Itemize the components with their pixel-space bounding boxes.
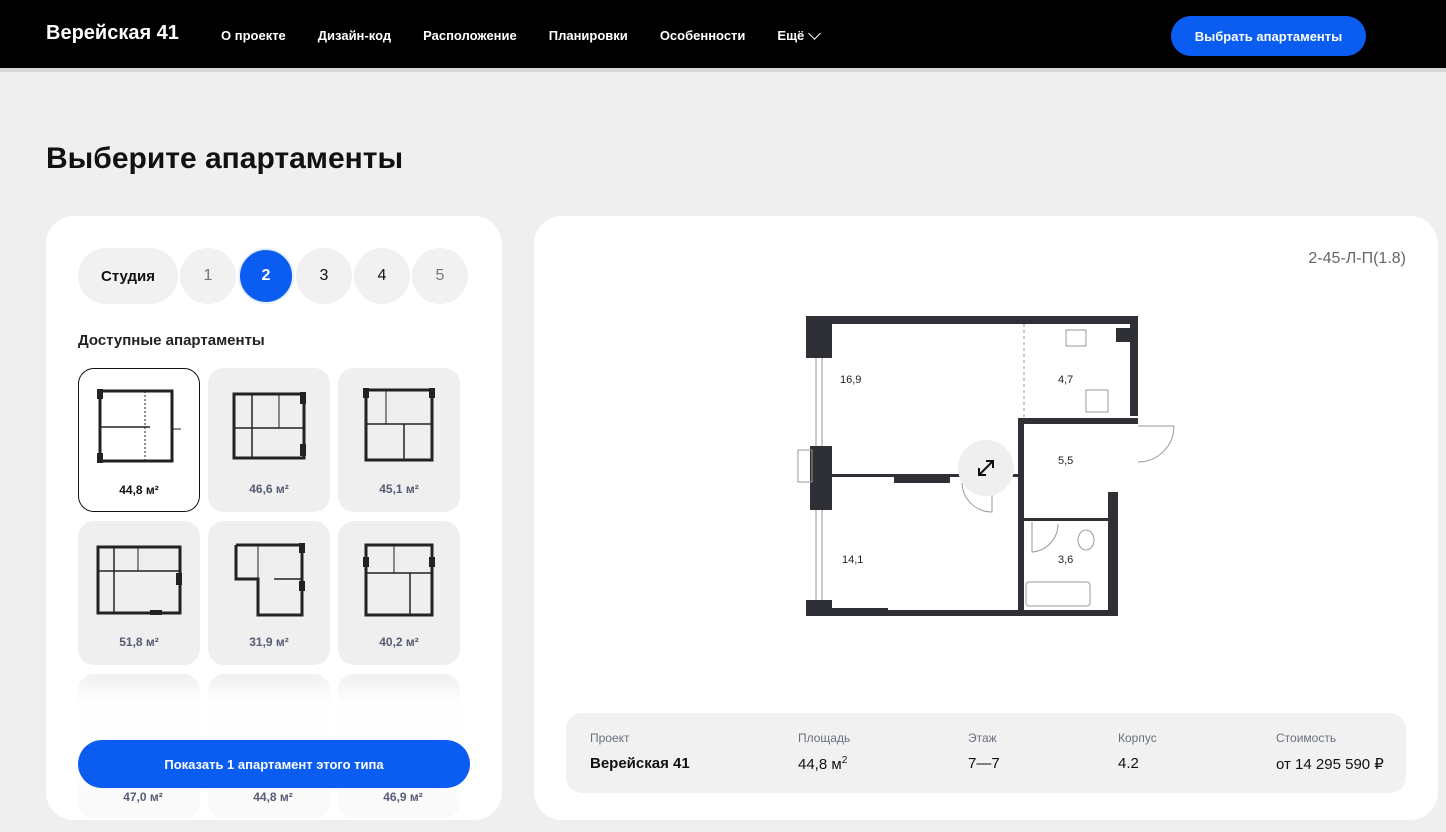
- floorplan-thumbnail-icon: [97, 389, 181, 463]
- expand-arrows-icon: [978, 460, 994, 476]
- floorplan-thumbnail-icon: [363, 543, 435, 617]
- info-value: 4.2: [1118, 755, 1139, 772]
- info-project: Проект Верейская 41: [590, 731, 690, 772]
- tab-rooms-5[interactable]: 5: [412, 248, 468, 304]
- room-count-tabs: Студия 1 2 3 4 5: [78, 248, 470, 304]
- tile-area: 51,8 м²: [119, 635, 159, 649]
- room-area-label: 16,9: [840, 374, 861, 386]
- info-label: Корпус: [1118, 731, 1157, 745]
- logo[interactable]: Верейская 41: [46, 22, 179, 45]
- expand-plan-button[interactable]: [958, 440, 1014, 496]
- layout-code: 2-45-Л-П(1.8): [1308, 250, 1406, 267]
- nav-more-dropdown[interactable]: Ещё: [777, 26, 822, 43]
- tile-area: 46,9 м²: [383, 790, 423, 804]
- page-title: Выберите апартаменты: [46, 142, 404, 175]
- tile-area: 44,8 м²: [119, 483, 159, 497]
- nav-design-code[interactable]: Дизайн-код: [318, 28, 391, 43]
- apartment-tile[interactable]: 46,6 м²: [208, 368, 330, 512]
- room-area-label: 5,5: [1058, 455, 1073, 467]
- show-apartments-button[interactable]: Показать 1 апартамент этого типа: [78, 740, 470, 788]
- tile-area: 44,8 м²: [253, 790, 293, 804]
- room-area-label: 14,1: [842, 554, 863, 566]
- apartment-info-bar: Проект Верейская 41 Площадь 44,8 м2 Этаж…: [566, 713, 1406, 793]
- info-value: 44,8 м2: [798, 755, 850, 773]
- apartment-detail-panel: 2-45-Л-П(1.8) 16,9 4,7 5,5 14,1 3,6 Прое…: [534, 216, 1438, 820]
- info-label: Стоимость: [1276, 731, 1337, 745]
- apartment-tile[interactable]: 51,8 м²: [78, 521, 200, 665]
- nav-about[interactable]: О проекте: [221, 28, 286, 43]
- floorplan-thumbnail-icon: [234, 543, 305, 617]
- floorplan-thumbnail-icon: [96, 545, 182, 615]
- partial-tile-areas: 47,0 м² 44,8 м² 46,9 м²: [78, 790, 470, 804]
- apartment-filter-panel: Студия 1 2 3 4 5 Доступные апартаменты 4…: [46, 216, 502, 820]
- info-value: Верейская 41: [590, 755, 690, 772]
- tab-rooms-2[interactable]: 2: [238, 248, 294, 304]
- room-area-label: 4,7: [1058, 374, 1073, 386]
- choose-apartments-button[interactable]: Выбрать апартаменты: [1171, 16, 1366, 56]
- room-area-label: 3,6: [1058, 554, 1073, 566]
- top-navigation-bar: Верейская 41 О проекте Дизайн-код Распол…: [0, 0, 1446, 68]
- header-divider: [0, 68, 1446, 72]
- nav-more-label: Ещё: [777, 28, 805, 43]
- nav-layouts[interactable]: Планировки: [549, 28, 628, 43]
- main-nav: О проекте Дизайн-код Расположение Планир…: [221, 26, 822, 43]
- tile-area: 46,6 м²: [249, 482, 289, 496]
- info-area: Площадь 44,8 м2: [798, 731, 850, 773]
- info-label: Площадь: [798, 731, 851, 745]
- tile-area: 47,0 м²: [123, 790, 163, 804]
- area-number: 44,8 м: [798, 756, 842, 773]
- apartment-tile[interactable]: 31,9 м²: [208, 521, 330, 665]
- info-building: Корпус 4.2: [1118, 731, 1157, 772]
- info-price: Стоимость от 14 295 590 ₽: [1276, 731, 1384, 773]
- tab-rooms-3[interactable]: 3: [296, 248, 352, 304]
- apartment-tile[interactable]: 40,2 м²: [338, 521, 460, 665]
- tile-area: 45,1 м²: [379, 482, 419, 496]
- tab-rooms-4[interactable]: 4: [354, 248, 410, 304]
- apartment-tile[interactable]: 44,8 м²: [78, 368, 200, 512]
- info-label: Проект: [590, 731, 630, 745]
- available-apartments-label: Доступные апартаменты: [78, 332, 265, 349]
- tab-studio[interactable]: Студия: [78, 248, 178, 304]
- info-label: Этаж: [968, 731, 997, 745]
- nav-features[interactable]: Особенности: [660, 28, 746, 43]
- tab-rooms-1[interactable]: 1: [180, 248, 236, 304]
- info-floor: Этаж 7—7: [968, 731, 1000, 772]
- area-unit-sup: 2: [841, 755, 848, 766]
- nav-location[interactable]: Расположение: [423, 28, 517, 43]
- floorplan-thumbnail-icon: [232, 392, 306, 460]
- floorplan-thumbnail-icon: [363, 388, 435, 462]
- tile-area: 31,9 м²: [249, 635, 289, 649]
- apartment-tile[interactable]: 45,1 м²: [338, 368, 460, 512]
- tile-area: 40,2 м²: [379, 635, 419, 649]
- info-value: 7—7: [968, 755, 1000, 772]
- chevron-down-icon: [808, 26, 822, 40]
- info-value: от 14 295 590 ₽: [1276, 756, 1384, 773]
